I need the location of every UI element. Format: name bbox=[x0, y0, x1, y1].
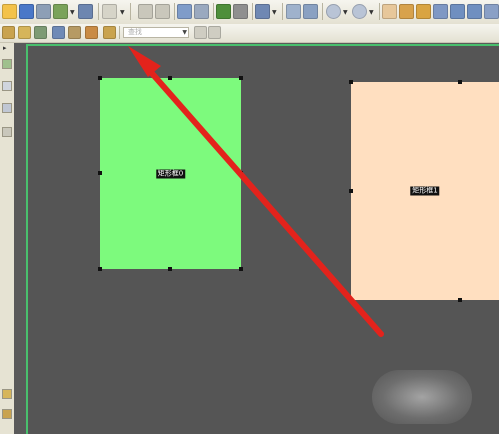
toolbar-separator bbox=[379, 3, 380, 20]
resize-handle[interactable] bbox=[239, 267, 243, 271]
main-toolbar: ▼ ▼ ▼ ▼ ▼ bbox=[0, 0, 499, 25]
edit-icon[interactable] bbox=[399, 4, 414, 19]
attach-icon[interactable] bbox=[2, 26, 15, 39]
resize-handle[interactable] bbox=[458, 298, 462, 302]
toolbar-separator bbox=[174, 3, 175, 20]
redo-icon[interactable] bbox=[233, 4, 248, 19]
toolbar-separator bbox=[282, 3, 283, 20]
snapshot-icon[interactable] bbox=[34, 26, 47, 39]
save-icon[interactable] bbox=[19, 4, 34, 19]
left-sidebar: ▸ bbox=[0, 43, 15, 434]
toolbar-separator bbox=[98, 3, 99, 20]
tools-icon[interactable] bbox=[78, 4, 93, 19]
pages-icon[interactable] bbox=[2, 59, 12, 69]
undo-disabled-icon[interactable] bbox=[102, 4, 117, 19]
toolbar-separator bbox=[213, 3, 214, 20]
expand-sidebar-icon[interactable]: ▸ bbox=[3, 44, 7, 52]
fit-page-icon[interactable] bbox=[286, 4, 301, 19]
hand-icon[interactable] bbox=[382, 4, 397, 19]
toolbar-separator bbox=[322, 3, 323, 20]
settings-icon[interactable] bbox=[194, 4, 209, 19]
undo-icon[interactable] bbox=[216, 4, 231, 19]
page-icon[interactable] bbox=[177, 4, 192, 19]
email-icon[interactable] bbox=[53, 4, 68, 19]
next-result-icon[interactable] bbox=[208, 26, 221, 39]
text-icon[interactable] bbox=[433, 4, 448, 19]
print-icon[interactable] bbox=[36, 4, 51, 19]
search-dropdown[interactable]: 查找 ▼ bbox=[123, 27, 189, 38]
fit-width-icon[interactable] bbox=[303, 4, 318, 19]
annotations-icon[interactable] bbox=[2, 103, 12, 113]
zoom-icon[interactable] bbox=[255, 4, 270, 19]
zoom-in-icon[interactable] bbox=[352, 4, 367, 19]
rectangle-label: 矩形框0 bbox=[155, 169, 186, 178]
comment-icon[interactable] bbox=[18, 26, 31, 39]
email-dropdown-icon[interactable]: ▼ bbox=[70, 10, 75, 16]
zoom-dropdown-icon[interactable]: ▼ bbox=[272, 10, 277, 16]
form-icon[interactable] bbox=[450, 4, 465, 19]
zoom-in-dropdown-icon[interactable]: ▼ bbox=[369, 10, 374, 16]
link-icon[interactable] bbox=[68, 26, 81, 39]
resize-handle[interactable] bbox=[168, 267, 172, 271]
history-dropdown-icon[interactable]: ▼ bbox=[120, 10, 125, 16]
back-icon[interactable] bbox=[138, 4, 153, 19]
toolbar-separator bbox=[119, 26, 120, 39]
toolbar-separator bbox=[130, 3, 131, 20]
chevron-down-icon[interactable]: ▼ bbox=[182, 28, 187, 37]
stamp-icon[interactable] bbox=[85, 26, 98, 39]
toolbar-separator bbox=[252, 3, 253, 20]
attachments-icon[interactable] bbox=[2, 389, 12, 399]
sign-icon[interactable] bbox=[103, 26, 116, 39]
layers-icon[interactable] bbox=[2, 127, 12, 137]
resize-handle[interactable] bbox=[98, 267, 102, 271]
rectangle-label: 矩形框1 bbox=[410, 186, 440, 196]
resize-handle[interactable] bbox=[239, 171, 243, 175]
resize-handle[interactable] bbox=[458, 80, 462, 84]
form-field-icon[interactable] bbox=[467, 4, 482, 19]
signatures-icon[interactable] bbox=[2, 409, 12, 419]
signature-icon[interactable] bbox=[484, 4, 499, 19]
resize-handle[interactable] bbox=[239, 76, 243, 80]
resize-handle[interactable] bbox=[98, 171, 102, 175]
image-icon[interactable] bbox=[52, 26, 65, 39]
search-dropdown-placeholder: 查找 bbox=[128, 28, 142, 36]
blurred-watermark bbox=[372, 370, 472, 424]
bookmarks-icon[interactable] bbox=[2, 81, 12, 91]
resize-handle[interactable] bbox=[349, 298, 353, 302]
rectangle-object-0[interactable]: 矩形框0 bbox=[100, 78, 241, 269]
pointer-icon[interactable] bbox=[416, 4, 431, 19]
rectangle-object-1[interactable]: 矩形框1 bbox=[351, 82, 499, 300]
resize-handle[interactable] bbox=[349, 80, 353, 84]
previous-result-icon[interactable] bbox=[194, 26, 207, 39]
resize-handle[interactable] bbox=[349, 189, 353, 193]
forward-icon[interactable] bbox=[155, 4, 170, 19]
zoom-out-icon[interactable] bbox=[326, 4, 341, 19]
resize-handle[interactable] bbox=[168, 76, 172, 80]
secondary-toolbar: 查找 ▼ bbox=[0, 24, 499, 43]
open-folder-icon[interactable] bbox=[2, 4, 17, 19]
zoom-level-dropdown-icon[interactable]: ▼ bbox=[343, 10, 348, 16]
resize-handle[interactable] bbox=[98, 76, 102, 80]
